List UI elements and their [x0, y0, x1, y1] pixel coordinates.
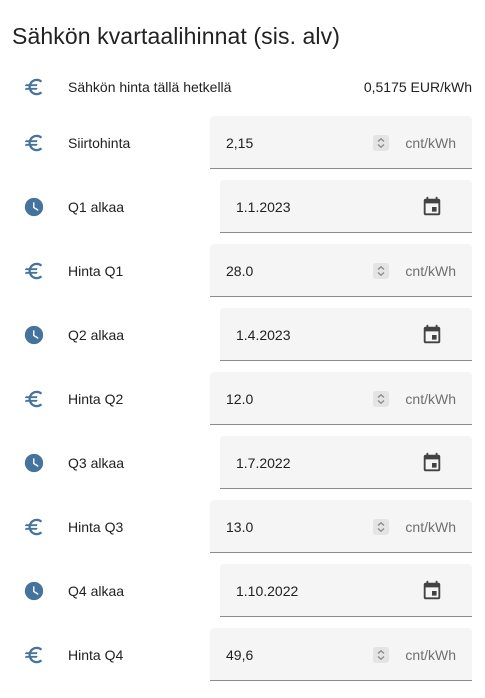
row-q3-start: Q3 alkaa: [0, 431, 485, 495]
price-q1-field[interactable]: cnt/kWh: [210, 244, 472, 297]
calendar-icon[interactable]: [420, 579, 444, 603]
row-label: Hinta Q3: [68, 519, 124, 535]
q4-start-date-input[interactable]: [236, 581, 386, 601]
price-q2-field[interactable]: cnt/kWh: [210, 372, 472, 425]
row-transfer-price: Siirtohinta cnt/kWh: [0, 111, 485, 175]
clock-icon: [22, 579, 46, 603]
row-price-q1: Hinta Q1 cnt/kWh: [0, 239, 485, 303]
card-title: Sähkön kvartaalihinnat (sis. alv): [12, 23, 341, 49]
euro-icon: [22, 259, 46, 283]
number-stepper[interactable]: [373, 519, 389, 535]
clock-icon: [22, 195, 46, 219]
row-label: Sähkön hinta tällä hetkellä: [68, 79, 232, 95]
row-label: Q2 alkaa: [68, 327, 125, 343]
unit-label: cnt/kWh: [405, 519, 456, 535]
q2-start-date-input[interactable]: [236, 325, 386, 345]
transfer-price-input[interactable]: [226, 133, 366, 153]
row-q1-start: Q1 alkaa: [0, 175, 485, 239]
clock-icon: [22, 323, 46, 347]
q4-start-date-field[interactable]: [220, 564, 472, 617]
unit-label: cnt/kWh: [405, 135, 456, 151]
q3-start-date-input[interactable]: [236, 453, 386, 473]
price-q1-input[interactable]: [226, 261, 366, 281]
row-q2-start: Q2 alkaa: [0, 303, 485, 367]
row-q4-start: Q4 alkaa: [0, 559, 485, 623]
q1-start-date-field[interactable]: [220, 180, 472, 233]
q3-start-date-field[interactable]: [220, 436, 472, 489]
unit-label: cnt/kWh: [405, 647, 456, 663]
row-label: Q3 alkaa: [68, 455, 125, 471]
calendar-icon[interactable]: [420, 323, 444, 347]
q2-start-date-field[interactable]: [220, 308, 472, 361]
price-q2-input[interactable]: [226, 389, 366, 409]
row-label: Q1 alkaa: [68, 199, 125, 215]
calendar-icon[interactable]: [420, 195, 444, 219]
row-price-q2: Hinta Q2 cnt/kWh: [0, 367, 485, 431]
clock-icon: [22, 451, 46, 475]
euro-icon: [22, 75, 46, 99]
current-price-value: 0,5175 EUR/kWh: [363, 79, 472, 95]
euro-icon: [22, 387, 46, 411]
euro-icon: [22, 643, 46, 667]
row-price-q4: Hinta Q4 cnt/kWh: [0, 623, 485, 687]
price-q3-field[interactable]: cnt/kWh: [210, 500, 472, 553]
number-stepper[interactable]: [373, 135, 389, 151]
price-q4-field[interactable]: cnt/kWh: [210, 628, 472, 681]
q1-start-date-input[interactable]: [236, 197, 386, 217]
price-q3-input[interactable]: [226, 517, 366, 537]
row-price-q3: Hinta Q3 cnt/kWh: [0, 495, 485, 559]
row-label: Hinta Q2: [68, 391, 124, 407]
number-stepper[interactable]: [373, 263, 389, 279]
euro-icon: [22, 515, 46, 539]
entities-card: Sähkön kvartaalihinnat (sis. alv) Sähkön…: [0, 0, 485, 698]
euro-icon: [22, 131, 46, 155]
price-q4-input[interactable]: [226, 645, 366, 665]
transfer-price-field[interactable]: cnt/kWh: [210, 116, 472, 169]
row-label: Hinta Q4: [68, 647, 124, 663]
row-label: Hinta Q1: [68, 263, 124, 279]
number-stepper[interactable]: [373, 391, 389, 407]
number-stepper[interactable]: [373, 647, 389, 663]
unit-label: cnt/kWh: [405, 391, 456, 407]
row-label: Siirtohinta: [68, 135, 131, 151]
unit-label: cnt/kWh: [405, 263, 456, 279]
row-label: Q4 alkaa: [68, 583, 125, 599]
calendar-icon[interactable]: [420, 451, 444, 475]
row-current-price[interactable]: Sähkön hinta tällä hetkellä 0,5175 EUR/k…: [0, 55, 485, 119]
